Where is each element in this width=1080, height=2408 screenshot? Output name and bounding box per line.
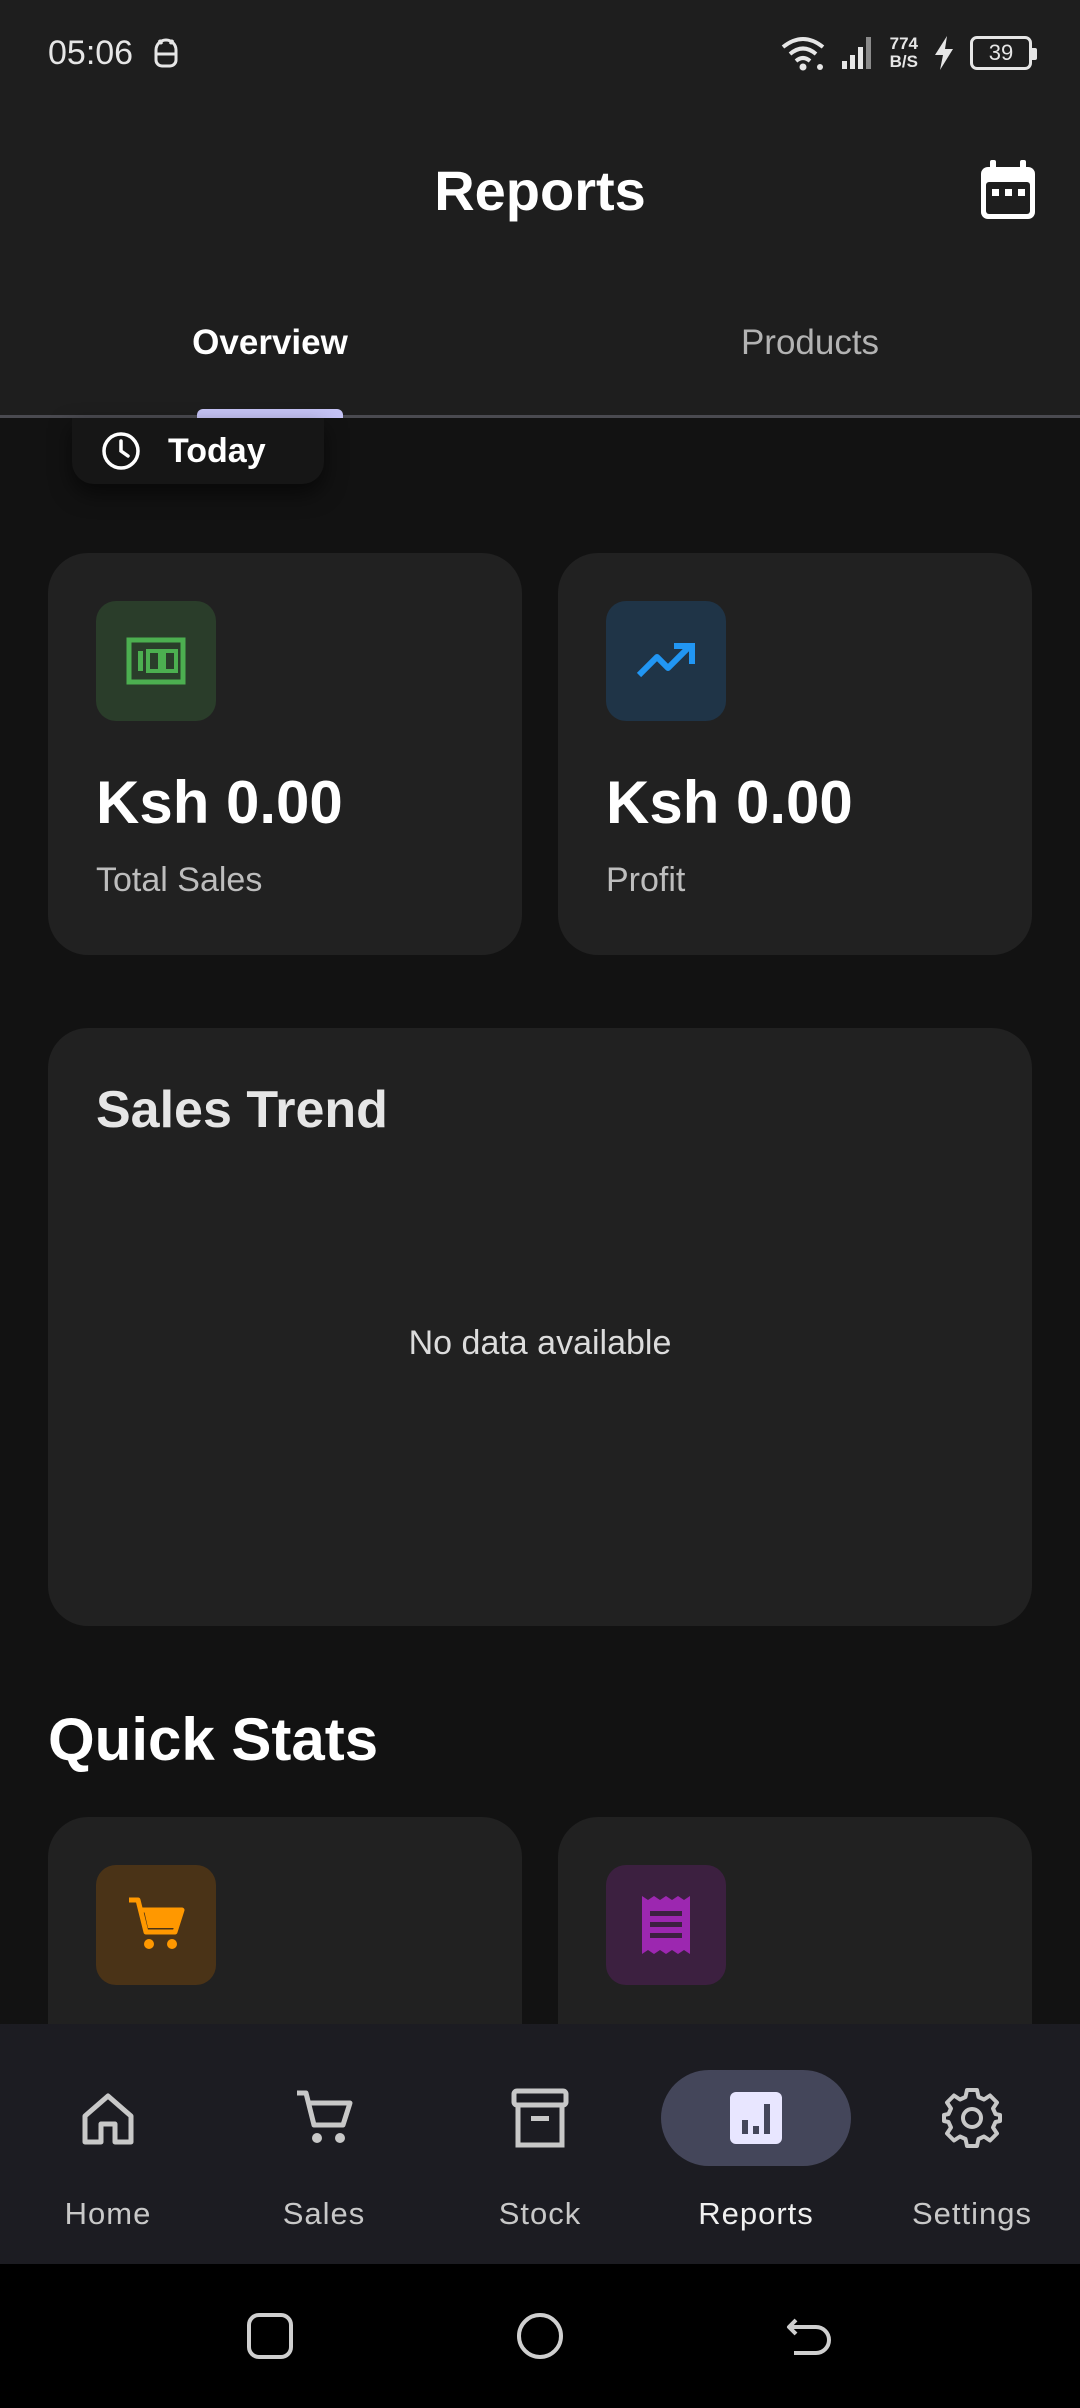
android-debug-icon [154,38,178,68]
no-data-message: No data available [408,1324,672,1362]
date-filter-button[interactable]: Today [72,418,324,484]
archive-icon [511,2088,569,2148]
nav-item-reports[interactable]: Reports [648,2024,864,2264]
cart-icon [297,2090,353,2143]
tab-overview[interactable]: Overview [0,270,540,415]
bottom-navigation: Home Sales Stock Reports Settings [0,2024,1080,2264]
total-sales-value: Ksh 0.00 [96,769,343,836]
nav-label-stock: Stock [498,2196,582,2231]
nav-label-home: Home [64,2196,152,2231]
home-button[interactable] [514,2310,566,2362]
page-title: Reports [434,159,646,222]
speed-unit: B/S [889,52,918,71]
quick-stats-title: Quick Stats [48,1706,379,1773]
nav-label-settings: Settings [911,2196,1032,2231]
date-filter-label: Today [168,431,266,470]
signal-icon [841,37,871,69]
money-icon [126,637,186,685]
speed-value: 774 [889,34,918,53]
nav-label-sales: Sales [282,2196,366,2231]
sales-trend-card: Sales Trend No data available [48,1028,1032,1626]
battery-icon: 39 [970,36,1037,70]
total-sales-card: Ksh 0.00 Total Sales [48,553,522,955]
tab-indicator [197,409,343,418]
clock-icon [102,432,140,470]
sales-trend-title: Sales Trend [96,1081,388,1139]
network-speed: 774 B/S [890,35,918,71]
profit-card: Ksh 0.00 Profit [558,553,1032,955]
app-bar: Reports [0,110,1080,270]
system-navigation-bar [0,2264,1080,2408]
cart-icon-container [96,1865,216,1985]
nav-item-sales[interactable]: Sales [216,2024,432,2264]
calendar-icon[interactable] [978,158,1038,222]
battery-level: 39 [988,40,1014,65]
receipt-icon-container [606,1865,726,1985]
receipt-icon [642,1896,690,1954]
money-icon-container [96,601,216,721]
wifi-icon [781,37,824,71]
charging-icon [935,36,953,70]
nav-item-home[interactable]: Home [0,2024,216,2264]
gear-icon [942,2088,1002,2148]
status-bar: 05:06 774 B/S 39 [0,0,1080,110]
bar-chart-icon [730,2092,782,2144]
status-time: 05:06 [48,34,134,72]
recents-button[interactable] [244,2310,296,2362]
back-button[interactable] [784,2310,836,2362]
trending-up-icon [636,643,695,678]
nav-item-stock[interactable]: Stock [432,2024,648,2264]
nav-item-settings[interactable]: Settings [864,2024,1080,2264]
tab-products[interactable]: Products [540,270,1080,415]
nav-label-reports: Reports [698,2196,814,2231]
profit-label: Profit [606,861,686,899]
total-sales-label: Total Sales [96,861,263,899]
tab-bar: Overview Products [0,270,1080,418]
cart-icon [129,1897,185,1949]
home-icon [82,2093,134,2145]
profit-value: Ksh 0.00 [606,769,853,836]
trending-up-icon-container [606,601,726,721]
